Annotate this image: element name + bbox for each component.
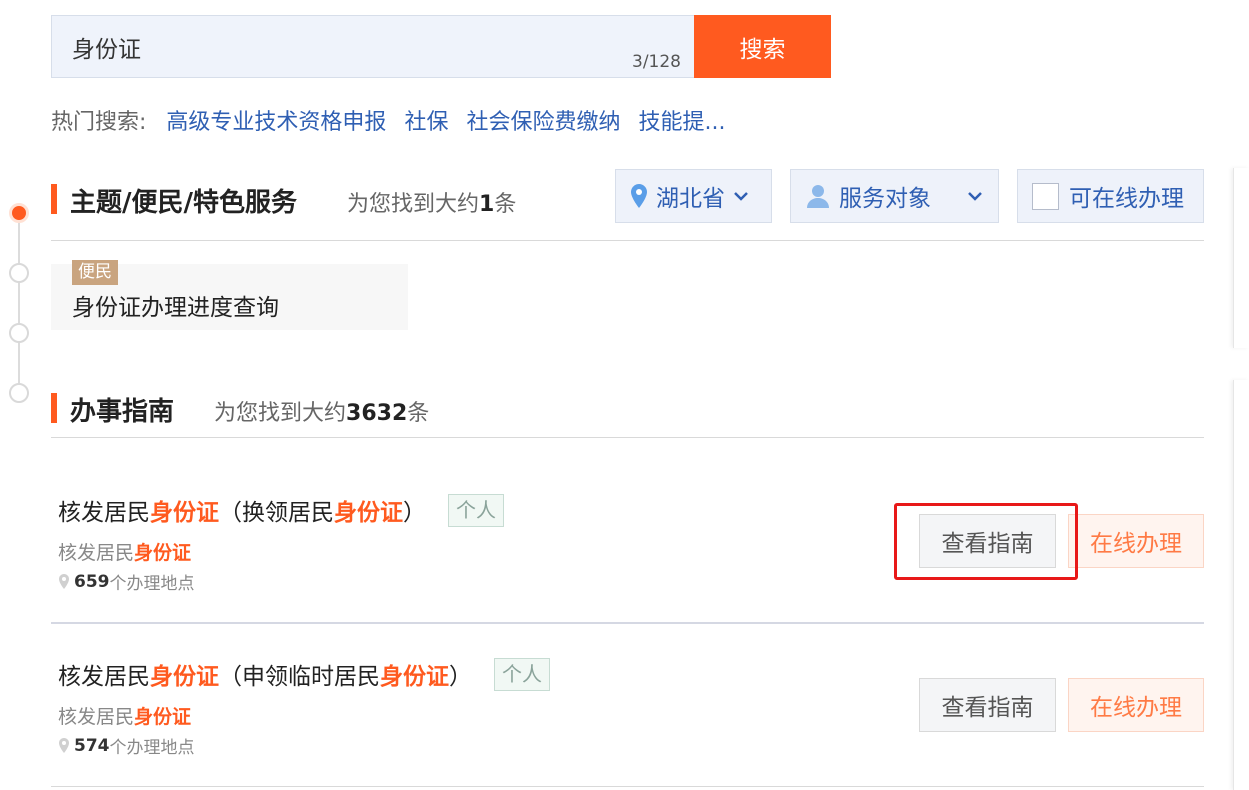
timeline-line xyxy=(18,212,20,392)
online-filter-checkbox[interactable]: 可在线办理 xyxy=(1017,169,1204,223)
topic-result-title[interactable]: 身份证办理进度查询 xyxy=(72,288,279,322)
chevron-down-icon xyxy=(734,192,748,201)
online-apply-button[interactable]: 在线办理 xyxy=(1068,678,1204,732)
divider xyxy=(51,622,1204,624)
location-pin-icon xyxy=(631,184,647,208)
user-icon xyxy=(807,185,829,208)
guide-item-subtitle: 核发居民身份证 xyxy=(58,542,192,564)
timeline-dot-active[interactable] xyxy=(9,203,29,223)
category-badge: 便民 xyxy=(72,260,118,285)
divider xyxy=(51,786,1204,787)
section-marker xyxy=(51,393,57,423)
section-title-topics: 主题/便民/特色服务 xyxy=(70,188,297,218)
search-char-counter: 3/128 xyxy=(632,52,681,72)
section-guides-count: 为您找到大约3632条 xyxy=(214,401,430,426)
search-input[interactable] xyxy=(72,30,612,64)
timeline-dot[interactable] xyxy=(9,383,29,403)
guide-item-locations: 574 个办理地点 xyxy=(58,733,195,758)
search-button[interactable]: 搜索 xyxy=(694,15,831,78)
audience-badge: 个人 xyxy=(494,657,550,691)
section-marker xyxy=(51,184,57,214)
audience-filter-label: 服务对象 xyxy=(839,186,931,212)
guide-item-locations: 659 个办理地点 xyxy=(58,569,195,594)
view-guide-button[interactable]: 查看指南 xyxy=(919,514,1056,568)
checkbox[interactable] xyxy=(1032,182,1059,210)
hot-search-link[interactable]: 技能提... xyxy=(638,104,725,136)
divider xyxy=(51,437,1204,438)
timeline-dot[interactable] xyxy=(9,323,29,343)
guide-item-title[interactable]: 核发居民 身份证 （换领居民 身份证） 个人 xyxy=(58,493,504,527)
section-topics-count: 为您找到大约1条 xyxy=(347,192,517,217)
hot-search-link[interactable]: 高级专业技术资格申报 xyxy=(166,104,386,136)
location-pin-icon xyxy=(59,574,69,589)
hot-search-label: 热门搜索: xyxy=(51,110,147,135)
hot-search: 热门搜索: 高级专业技术资格申报 社保 社会保险费缴纳 技能提... xyxy=(51,104,743,136)
divider xyxy=(51,240,1204,241)
hot-search-link[interactable]: 社会保险费缴纳 xyxy=(466,104,620,136)
side-panel-edge xyxy=(1233,380,1249,790)
search-box: 3/128 xyxy=(51,15,695,78)
audience-badge: 个人 xyxy=(448,493,504,527)
view-guide-button[interactable]: 查看指南 xyxy=(919,678,1056,732)
guide-item-title[interactable]: 核发居民 身份证 （申领临时居民 身份证） 个人 xyxy=(58,657,550,691)
chevron-down-icon xyxy=(968,192,982,201)
location-pin-icon xyxy=(59,738,69,753)
audience-filter-dropdown[interactable]: 服务对象 xyxy=(790,169,999,223)
timeline-dot[interactable] xyxy=(9,263,29,283)
guide-item-subtitle: 核发居民身份证 xyxy=(58,706,192,728)
location-filter-dropdown[interactable]: 湖北省 xyxy=(615,169,772,223)
hot-search-link[interactable]: 社保 xyxy=(404,104,448,136)
location-filter-label: 湖北省 xyxy=(656,186,725,212)
online-apply-button[interactable]: 在线办理 xyxy=(1068,514,1204,568)
online-filter-label: 可在线办理 xyxy=(1069,186,1184,212)
side-panel-edge xyxy=(1233,168,1249,348)
section-title-guides: 办事指南 xyxy=(70,397,175,427)
topic-result-card[interactable]: 便民 身份证办理进度查询 xyxy=(51,260,408,330)
